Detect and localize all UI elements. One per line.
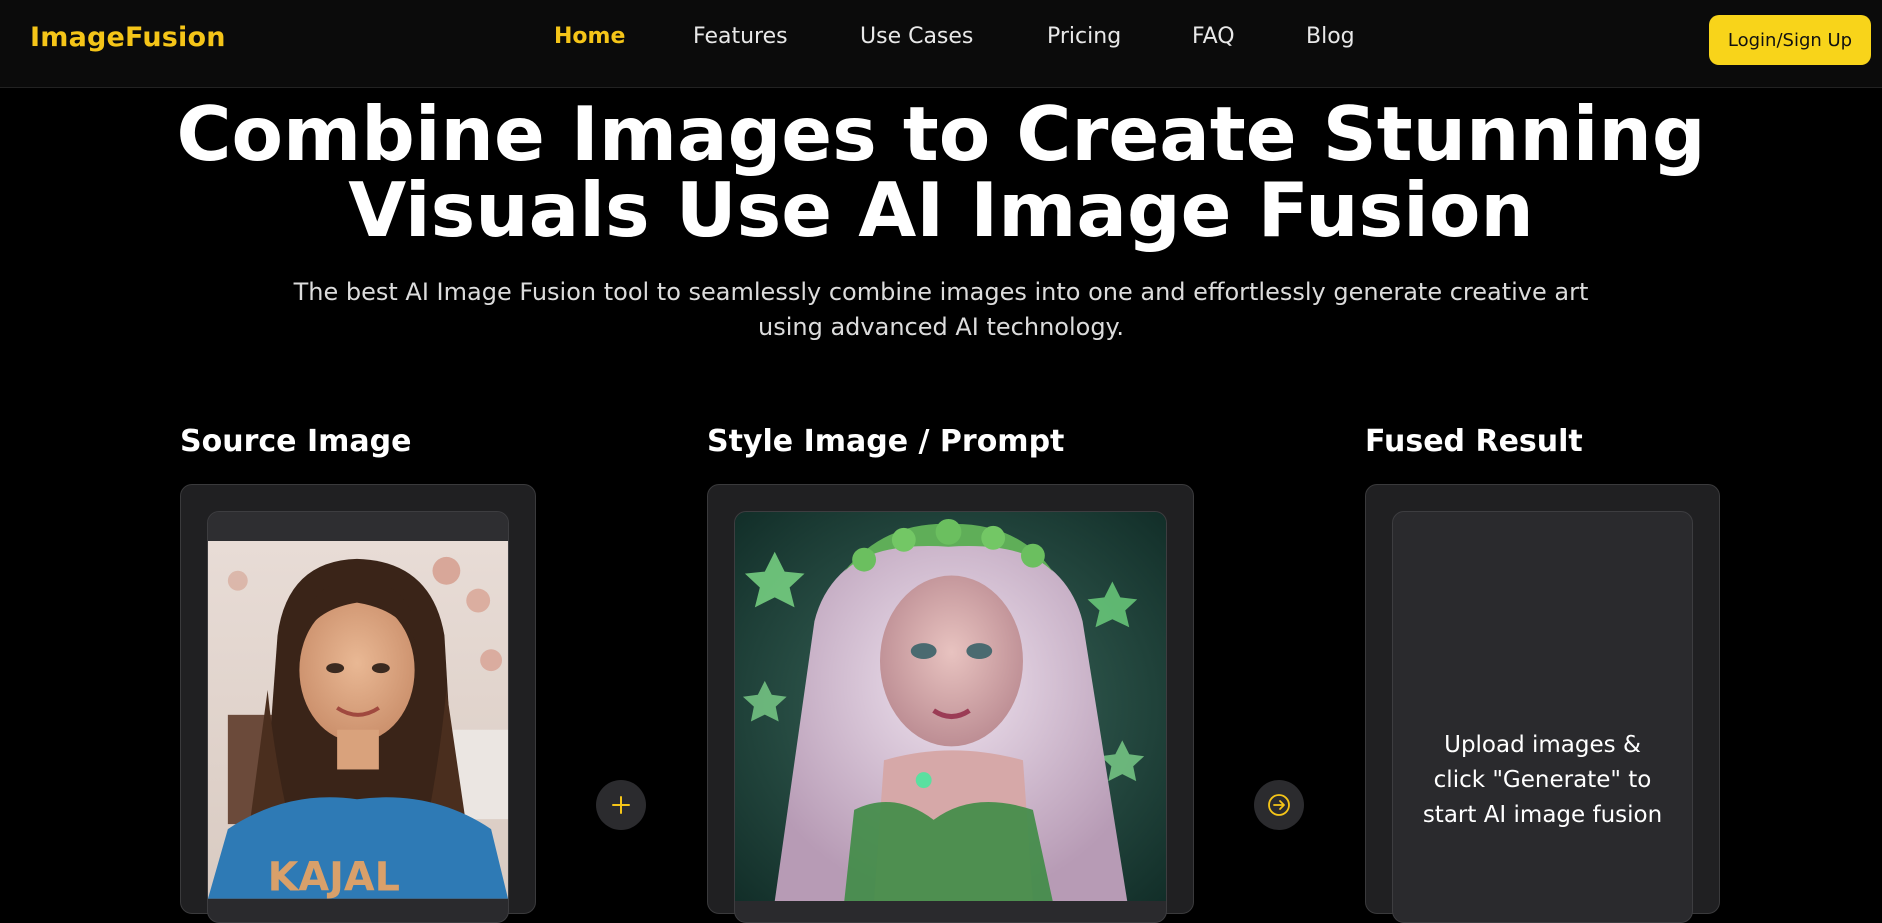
login-signup-button[interactable]: Login/Sign Up (1709, 15, 1871, 65)
hero-subtitle-line: The best AI Image Fusion tool to seamles… (293, 278, 1589, 306)
nav-blog[interactable]: Blog (1306, 24, 1355, 49)
style-image-card[interactable] (707, 484, 1194, 923)
result-placeholder-line: click "Generate" to (1433, 767, 1652, 793)
style-image-preview[interactable] (734, 511, 1167, 923)
plus-icon (612, 796, 630, 814)
main-nav: Home Features Use Cases Pricing FAQ Blog (0, 24, 1882, 58)
result-placeholder-line: Upload images & (1444, 732, 1641, 758)
site-header: ImageFusion Home Features Use Cases Pric… (0, 0, 1882, 88)
source-image-topbar (208, 512, 508, 541)
generate-arrow-button[interactable] (1254, 780, 1304, 830)
hero-subtitle-line: using advanced AI technology. (758, 313, 1124, 341)
add-image-button[interactable] (596, 780, 646, 830)
fused-result-preview: Upload images & click "Generate" to star… (1392, 511, 1693, 923)
nav-faq[interactable]: FAQ (1192, 24, 1235, 49)
hero-title-line: Combine Images to Create Stunning (176, 90, 1706, 178)
fused-result-card: Upload images & click "Generate" to star… (1365, 484, 1720, 923)
result-placeholder-line: start AI image fusion (1422, 802, 1663, 828)
nav-use-cases[interactable]: Use Cases (860, 24, 973, 49)
fused-result-title: Fused Result (1365, 424, 1583, 459)
hero-title-line: Visuals Use AI Image Fusion (348, 166, 1534, 254)
nav-home[interactable]: Home (554, 24, 625, 49)
source-portrait-image: KAJAL (208, 541, 508, 899)
arrow-right-icon (1268, 794, 1290, 816)
nav-pricing[interactable]: Pricing (1047, 24, 1121, 49)
source-image-preview[interactable]: KAJAL (207, 511, 509, 923)
svg-text:KAJAL: KAJAL (268, 855, 400, 899)
result-placeholder: Upload images & click "Generate" to star… (1393, 728, 1692, 833)
nav-features[interactable]: Features (693, 24, 788, 49)
hero-subtitle: The best AI Image Fusion tool to seamles… (0, 275, 1882, 345)
style-fairy-image (735, 512, 1166, 902)
style-image-title: Style Image / Prompt (707, 424, 1065, 459)
source-image-card[interactable]: KAJAL (180, 484, 536, 923)
hero-title: Combine Images to Create Stunning Visual… (0, 96, 1882, 248)
source-image-title: Source Image (180, 424, 412, 459)
